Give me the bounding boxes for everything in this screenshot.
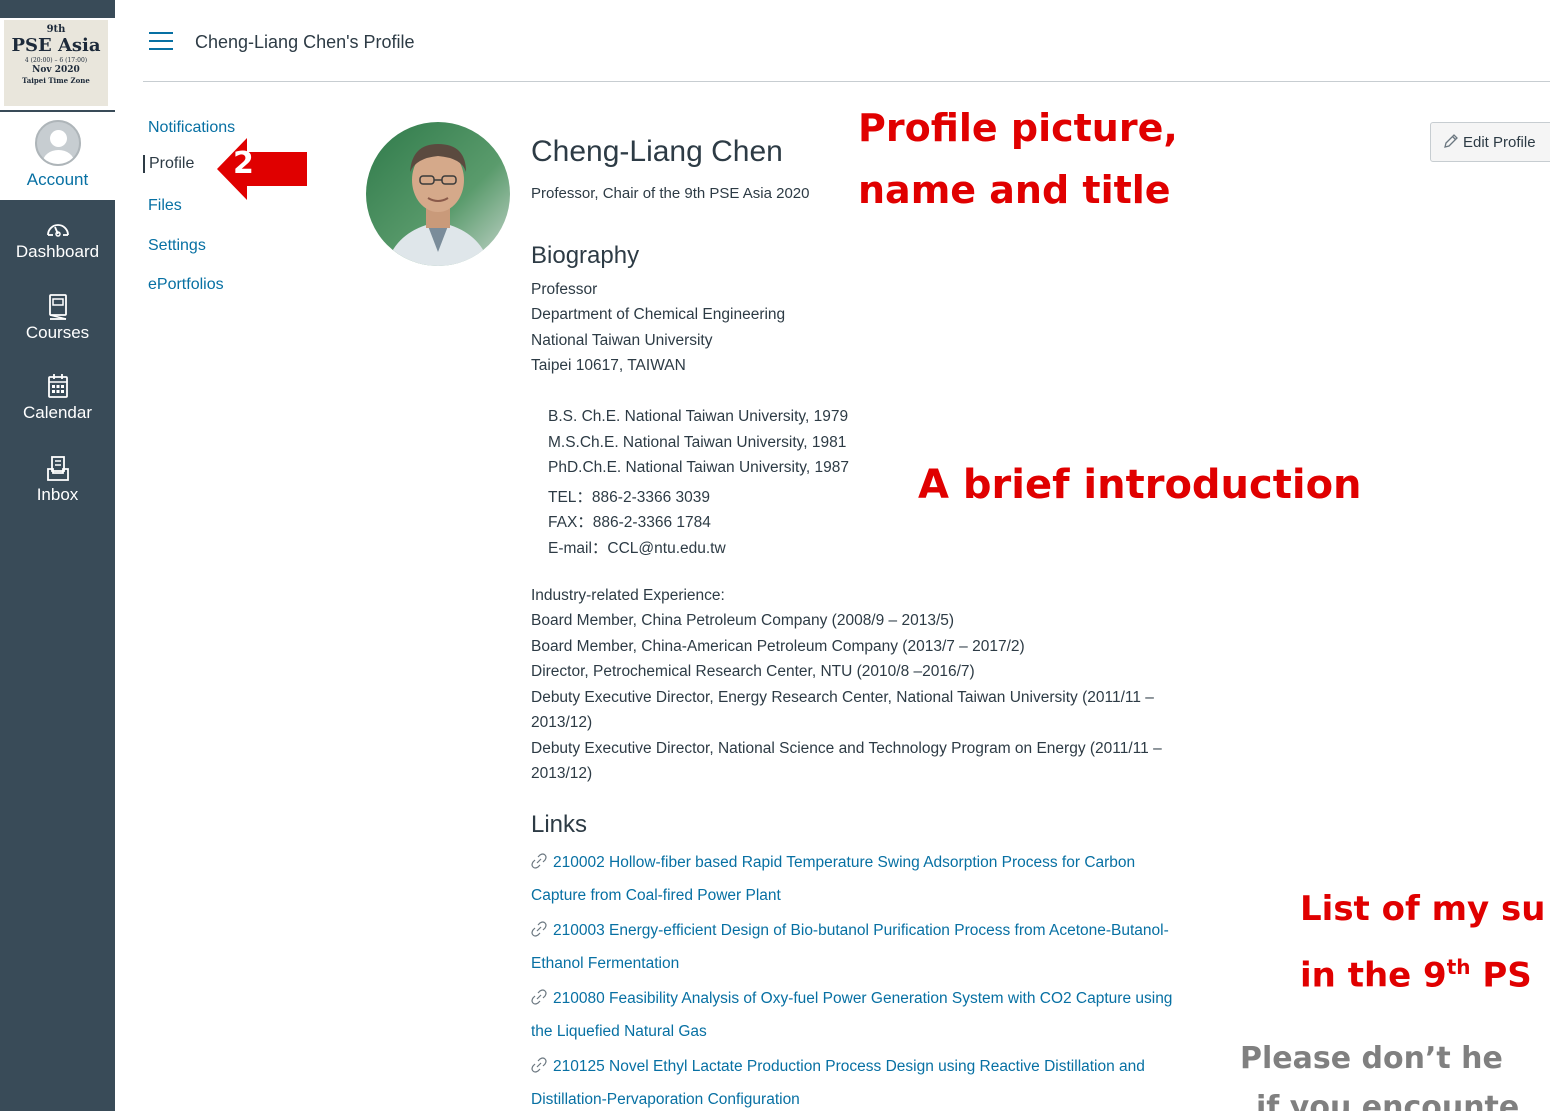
bio-line: FAX：886-2-3366 1784 — [548, 514, 711, 531]
profile-link-continued[interactable]: Distillation-Pervaporation Configuration — [531, 1091, 800, 1109]
profile-link[interactable]: 210080 Feasibility Analysis of Oxy-fuel … — [531, 989, 1172, 1008]
bio-line: Department of Chemical Engineering — [531, 306, 786, 323]
annotation-list-note-2-b: PS — [1470, 955, 1532, 996]
profile-title: Professor, Chair of the 9th PSE Asia 202… — [531, 185, 810, 202]
global-nav-courses-label: Courses — [25, 323, 90, 342]
page: 9th PSE Asia 4 (20:00) – 6 (17:00) Nov 2… — [0, 0, 1550, 1111]
courses-icon — [48, 294, 67, 320]
global-nav: 9th PSE Asia 4 (20:00) – 6 (17:00) Nov 2… — [0, 0, 115, 1111]
profile-link-text: 210002 Hollow-fiber based Rapid Temperat… — [553, 854, 1136, 871]
profile-name: Cheng-Liang Chen — [531, 135, 783, 168]
page-header: Cheng-Liang Chen's Profile — [143, 0, 1550, 82]
profile-picture — [366, 122, 510, 266]
red-arrow-annotation — [217, 138, 307, 200]
breadcrumb[interactable]: Cheng-Liang Chen's Profile — [195, 32, 415, 53]
annotation-list-note-1: List of my su — [1300, 889, 1546, 929]
bio-line: 2013/12) — [531, 765, 593, 782]
bio-line: M.S.Ch.E. National Taiwan University, 19… — [548, 434, 847, 451]
profile-link-continued[interactable]: the Liquefied Natural Gas — [531, 1023, 707, 1041]
hamburger-menu-icon[interactable] — [149, 32, 173, 50]
profile-link[interactable]: 210003 Energy-efficient Design of Bio-bu… — [531, 921, 1169, 940]
logo-line-4: Nov 2020 — [32, 65, 80, 75]
menu-item-eportfolios[interactable]: ePortfolios — [148, 276, 224, 294]
bio-line: Board Member, China Petroleum Company (2… — [531, 612, 955, 629]
logo-line-1: 9th — [46, 24, 66, 35]
annotation-profile-note-2: name and title — [858, 168, 1171, 212]
annotation-list-note-2-sup: th — [1446, 955, 1471, 979]
global-nav-inbox-label: Inbox — [36, 485, 79, 504]
bio-line: Board Member, China-American Petroleum C… — [531, 638, 1025, 655]
logo-image: 9th PSE Asia 4 (20:00) – 6 (17:00) Nov 2… — [4, 20, 108, 106]
profile-link-continued[interactable]: Ethanol Fermentation — [531, 955, 679, 973]
link-icon — [531, 1057, 547, 1073]
bio-line: National Taiwan University — [531, 332, 713, 349]
pencil-icon — [1444, 134, 1458, 148]
link-icon — [531, 989, 547, 1005]
global-nav-account[interactable]: Account — [0, 112, 115, 200]
edit-profile-button[interactable]: Edit Profile — [1430, 122, 1550, 162]
bio-line: Industry-related Experience: — [531, 587, 725, 604]
profile-link-text: 210003 Energy-efficient Design of Bio-bu… — [553, 922, 1169, 939]
bio-line: Professor — [531, 281, 598, 298]
edit-profile-label: Edit Profile — [1463, 134, 1536, 151]
global-nav-dashboard-label: Dashboard — [15, 242, 100, 261]
annotation-intro-note: A brief introduction — [918, 462, 1362, 508]
bio-line: Debuty Executive Director, National Scie… — [531, 740, 1162, 757]
bio-line: Debuty Executive Director, Energy Resear… — [531, 689, 1154, 706]
profile-link-continued[interactable]: Capture from Coal-fired Power Plant — [531, 887, 781, 905]
logo-line-3: 4 (20:00) – 6 (17:00) — [24, 57, 88, 64]
annotation-profile-note-1: Profile picture, — [858, 106, 1178, 150]
global-nav-inbox[interactable]: Inbox — [0, 455, 115, 505]
logo[interactable]: 9th PSE Asia 4 (20:00) – 6 (17:00) Nov 2… — [0, 14, 115, 110]
global-nav-courses[interactable]: Courses — [0, 293, 115, 343]
profile-link[interactable]: 210125 Novel Ethyl Lactate Production Pr… — [531, 1057, 1145, 1076]
profile-link-text: 210125 Novel Ethyl Lactate Production Pr… — [553, 1058, 1145, 1075]
bio-line: PhD.Ch.E. National Taiwan University, 19… — [548, 459, 849, 476]
profile-link[interactable]: 210002 Hollow-fiber based Rapid Temperat… — [531, 853, 1135, 872]
global-nav-account-label: Account — [26, 170, 89, 189]
biography-heading: Biography — [531, 242, 640, 269]
logo-line-5: Taipei Time Zone — [22, 76, 90, 85]
menu-item-profile[interactable]: Profile — [143, 155, 194, 173]
links-heading: Links — [531, 811, 588, 838]
annotation-help-note-2: if you encounte — [1256, 1090, 1520, 1111]
bio-line: TEL：886-2-3366 3039 — [548, 489, 711, 506]
inbox-icon — [46, 456, 69, 481]
profile-link-text: 210080 Feasibility Analysis of Oxy-fuel … — [553, 990, 1173, 1007]
global-nav-dashboard[interactable]: Dashboard — [0, 216, 115, 262]
menu-item-settings[interactable]: Settings — [148, 237, 206, 255]
link-icon — [531, 853, 547, 869]
annotation-list-note-2-a: in the 9 — [1300, 955, 1447, 996]
calendar-icon — [47, 374, 68, 398]
logo-line-2: PSE Asia — [11, 35, 101, 56]
menu-item-notifications[interactable]: Notifications — [148, 119, 235, 137]
bio-line: Director, Petrochemical Research Center,… — [531, 663, 975, 680]
step-number-annotation: 2 — [233, 146, 254, 181]
annotation-list-note-2: in the 9th PS — [1300, 955, 1532, 995]
global-nav-calendar-label: Calendar — [23, 403, 92, 422]
dashboard-icon — [46, 224, 69, 237]
bio-line: B.S. Ch.E. National Taiwan University, 1… — [548, 408, 849, 425]
annotation-help-note-1: Please don’t he — [1240, 1041, 1503, 1076]
bio-line: E-mail：CCL@ntu.edu.tw — [548, 540, 726, 557]
menu-item-files[interactable]: Files — [148, 197, 182, 215]
avatar-icon — [34, 120, 81, 166]
link-icon — [531, 921, 547, 937]
global-nav-calendar[interactable]: Calendar — [0, 373, 115, 423]
bio-line: Taipei 10617, TAIWAN — [531, 357, 686, 374]
bio-line: 2013/12) — [531, 714, 593, 731]
